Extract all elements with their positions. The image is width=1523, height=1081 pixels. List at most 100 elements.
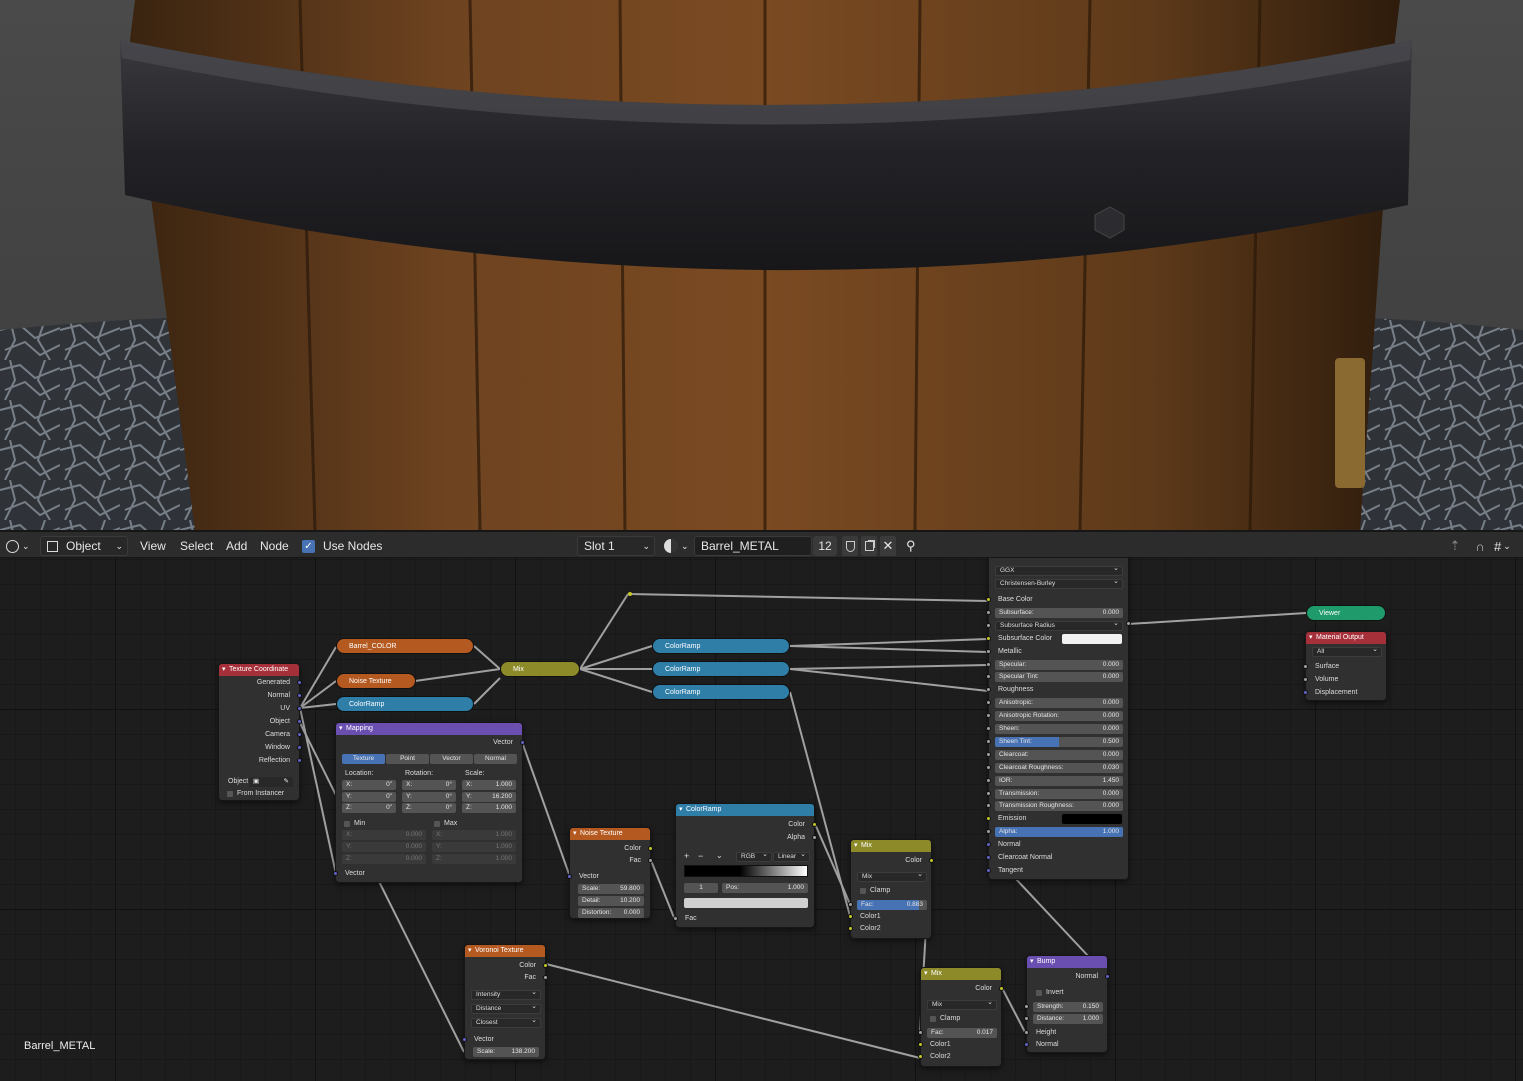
input-socket[interactable]	[333, 871, 338, 876]
node-colorramp[interactable]: ColorRamp Color Alpha + − ⌄ RGB Linear 1…	[673, 803, 817, 928]
input-socket[interactable]	[986, 842, 991, 848]
max-x-field[interactable]: X: 1.000	[432, 830, 516, 840]
min-x-field[interactable]: X: 0.000	[342, 830, 426, 840]
reroute-point[interactable]	[628, 592, 632, 596]
output-socket[interactable]	[297, 745, 302, 750]
output-socket[interactable]	[543, 975, 548, 980]
3d-viewport[interactable]	[0, 0, 1523, 530]
use-nodes-toggle[interactable]: ✓ Use Nodes	[302, 536, 382, 556]
input-socket[interactable]	[1303, 690, 1308, 695]
fac-field[interactable]: Fac: 0.883	[857, 900, 927, 910]
output-socket[interactable]	[297, 680, 302, 685]
rotation-z-field[interactable]: Z: 0°	[402, 803, 456, 813]
input-socket[interactable]	[918, 1054, 923, 1059]
node-noise-texture-collapsed[interactable]: Noise Texture	[336, 673, 416, 689]
snap-grid-icon[interactable]: # ⌄	[1494, 536, 1511, 556]
snap-magnet-icon[interactable]: ∩	[1471, 536, 1489, 556]
distance-field[interactable]: Distance: 1.000	[1033, 1014, 1103, 1024]
invert-checkbox[interactable]	[1036, 990, 1042, 996]
ior-field[interactable]: IOR: 1.450	[995, 775, 1123, 786]
strength-field[interactable]: Strength: 0.150	[1033, 1002, 1103, 1012]
location-y-field[interactable]: Y: 0"	[342, 791, 396, 802]
color-ramp-gradient[interactable]	[684, 865, 808, 877]
node-colorramp-1-collapsed[interactable]: ColorRamp	[652, 638, 790, 654]
color-mode-select[interactable]: RGB	[736, 851, 772, 862]
output-bsdf-socket[interactable]	[1126, 621, 1131, 626]
anisotropic-field[interactable]: Anisotropic: 0.000	[995, 698, 1123, 709]
rotation-x-field[interactable]: X: 0°	[402, 780, 456, 790]
input-socket[interactable]	[986, 635, 991, 641]
input-socket[interactable]	[986, 713, 991, 719]
input-socket[interactable]	[986, 726, 991, 731]
distance-select[interactable]: Distance	[471, 1003, 541, 1014]
input-socket[interactable]	[986, 597, 991, 602]
min-checkbox[interactable]	[344, 821, 350, 827]
anisotropic-rotation-field[interactable]: Anisotropic Rotation: 0.000	[995, 711, 1123, 722]
object-mode-dropdown[interactable]: Object ⌄	[40, 536, 128, 556]
ramp-menu-chevron-icon[interactable]: ⌄	[716, 851, 723, 860]
parent-node-tree-icon[interactable]: ⇡	[1446, 536, 1464, 556]
input-socket[interactable]	[986, 674, 991, 680]
output-socket[interactable]	[648, 858, 653, 863]
object-picker[interactable]: ▣ ✎	[249, 777, 293, 787]
input-socket[interactable]	[918, 1042, 923, 1047]
node-mix-collapsed[interactable]: Mix	[500, 661, 580, 677]
emission-swatch[interactable]	[1062, 814, 1122, 825]
node-barrel-color-collapsed[interactable]: Barrel_COLOR	[336, 638, 474, 654]
duplicate-material-icon[interactable]	[861, 536, 877, 556]
input-socket[interactable]	[986, 816, 991, 822]
node-material-output[interactable]: Material Output All Surface Volume Displ…	[1303, 631, 1387, 701]
input-socket[interactable]	[986, 687, 991, 693]
render-target-select[interactable]: All	[1312, 646, 1382, 657]
node-editor-canvas[interactable]: Texture Coordinate Generated Normal UV Obje…	[0, 558, 1523, 1081]
specular-field[interactable]: Specular: 0.000	[995, 659, 1123, 670]
node-texture-coordinate[interactable]: Texture Coordinate Generated Normal UV Obje…	[218, 663, 302, 801]
tab-normal[interactable]: Normal	[474, 754, 517, 764]
input-socket[interactable]	[848, 926, 853, 931]
node-colorramp-2-collapsed[interactable]: ColorRamp	[652, 661, 790, 677]
menu-node[interactable]: Node	[260, 536, 289, 556]
node-colorramp-collapsed[interactable]: ColorRamp	[336, 696, 474, 712]
transmission-field[interactable]: Transmission: 0.000	[995, 788, 1123, 799]
tab-texture[interactable]: Texture	[342, 754, 385, 764]
input-socket[interactable]	[986, 622, 991, 628]
alpha-field[interactable]: Alpha: 1.000	[995, 827, 1123, 838]
input-socket[interactable]	[567, 874, 572, 879]
input-socket[interactable]	[1024, 1030, 1029, 1035]
menu-add[interactable]: Add	[226, 536, 247, 556]
output-socket[interactable]	[297, 693, 302, 698]
scale-x-field[interactable]: X: 1.000	[462, 780, 516, 790]
scale-y-field[interactable]: Y: 16.200	[462, 791, 516, 802]
max-y-field[interactable]: Y: 1.000	[432, 842, 516, 852]
add-stop-button[interactable]: +	[684, 852, 689, 861]
input-socket[interactable]	[1303, 677, 1308, 682]
scale-z-field[interactable]: Z: 1.000	[462, 803, 516, 813]
output-socket[interactable]	[812, 822, 817, 827]
slot-dropdown[interactable]: Slot 1 ⌄	[577, 536, 655, 556]
fac-field[interactable]: Fac: 0.017	[927, 1028, 997, 1038]
stop-index-field[interactable]: 1	[684, 883, 718, 893]
eyedropper-icon[interactable]: ✎	[284, 777, 289, 787]
node-mix-1[interactable]: Mix Color Mix Clamp Fac:0.883 Color1 Col…	[848, 839, 934, 939]
material-browse-button[interactable]: ⌄	[664, 536, 689, 556]
blend-mode-select[interactable]: Mix	[857, 871, 927, 882]
input-socket[interactable]	[918, 1030, 923, 1035]
input-socket[interactable]	[848, 902, 853, 907]
input-socket[interactable]	[986, 764, 991, 770]
input-socket[interactable]	[462, 1037, 467, 1042]
tab-point[interactable]: Point	[386, 754, 429, 764]
coloring-select[interactable]: Intensity	[471, 989, 541, 1000]
min-y-field[interactable]: Y: 0.000	[342, 842, 426, 852]
scale-field[interactable]: Scale: 59.800	[578, 884, 644, 894]
editor-type-dropdown[interactable]: ⌄	[6, 536, 30, 556]
tab-vector[interactable]: Vector	[430, 754, 473, 764]
max-checkbox[interactable]	[434, 821, 440, 827]
output-socket[interactable]	[297, 719, 302, 724]
input-socket[interactable]	[986, 867, 991, 873]
transmission-roughness-field[interactable]: Transmission Roughness: 0.000	[995, 801, 1123, 812]
input-socket[interactable]	[1024, 1016, 1029, 1021]
stop-color-swatch[interactable]	[684, 898, 808, 908]
location-z-field[interactable]: Z: 0"	[342, 803, 396, 813]
node-bump[interactable]: Bump Normal Invert Strength:0.150 Distan…	[1024, 955, 1110, 1053]
input-socket[interactable]	[986, 648, 991, 654]
